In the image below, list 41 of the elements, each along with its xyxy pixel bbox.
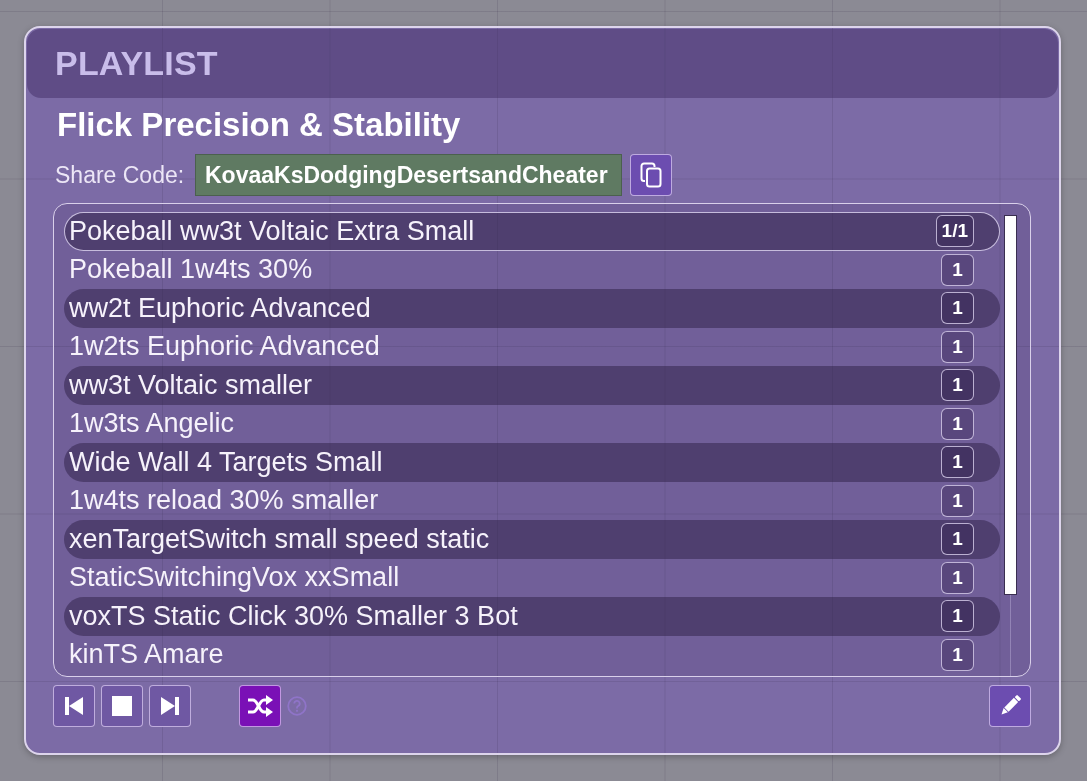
scenario-row[interactable]: Pokeball ww3t Voltaic Extra Small 1/1: [64, 212, 1000, 251]
scenario-row[interactable]: Wide Wall 4 Targets Small 1: [64, 443, 1000, 482]
shuffle-button[interactable]: [239, 685, 281, 727]
stop-button[interactable]: [101, 685, 143, 727]
copy-icon: [640, 162, 662, 188]
scenario-row[interactable]: 1w3ts Angelic 1: [64, 404, 1000, 443]
play-count-badge: 1: [941, 600, 974, 633]
play-count-badge: 1: [941, 446, 974, 479]
play-count-badge: 1: [941, 638, 974, 671]
previous-button[interactable]: [53, 685, 95, 727]
play-count-badge: 1: [941, 561, 974, 594]
scrollbar-track[interactable]: [1004, 215, 1017, 676]
scenario-row[interactable]: voxTS Static Click 30% Smaller 3 Bot 1: [64, 597, 1000, 636]
scenario-row[interactable]: 1w4ts reload 30% smaller 1: [64, 481, 1000, 520]
scenario-row[interactable]: StaticSwitchingVox xxSmall 1: [64, 558, 1000, 597]
copy-button[interactable]: [630, 154, 672, 196]
panel-heading: PLAYLIST: [55, 44, 218, 83]
scenario-row[interactable]: ww3t Voltaic smaller 1: [64, 366, 1000, 405]
next-button[interactable]: [149, 685, 191, 727]
scrollbar-thumb[interactable]: [1004, 215, 1017, 595]
share-code-field[interactable]: KovaaKsDodgingDesertsandCheater: [195, 154, 622, 196]
scenario-row[interactable]: 1w2ts Euphoric Advanced 1: [64, 327, 1000, 366]
scenario-row[interactable]: xenTargetSwitch small speed static 1: [64, 520, 1000, 559]
play-count-badge: 1: [941, 523, 974, 556]
stop-icon: [112, 696, 132, 716]
play-count-badge: 1: [941, 484, 974, 517]
scenario-row[interactable]: ww2t Euphoric Advanced 1: [64, 289, 1000, 328]
play-count-badge: 1: [941, 253, 974, 286]
share-code-label: Share Code:: [54, 161, 186, 189]
skip-previous-icon: [62, 694, 86, 718]
play-count-badge: 1: [941, 369, 974, 402]
playlist-title: Flick Precision & Stability: [57, 106, 461, 144]
skip-next-icon: [158, 694, 182, 718]
play-count-badge: 1: [941, 407, 974, 440]
scenario-row[interactable]: Pokeball 1w4ts 30% 1: [64, 250, 1000, 289]
shuffle-icon: [247, 695, 273, 717]
play-count-badge: 1/1: [935, 215, 974, 248]
play-count-badge: 1: [941, 292, 974, 325]
scenario-row[interactable]: kinTS Amare 1: [64, 635, 1000, 674]
play-count-badge: 1: [941, 330, 974, 363]
edit-button[interactable]: [989, 685, 1031, 727]
